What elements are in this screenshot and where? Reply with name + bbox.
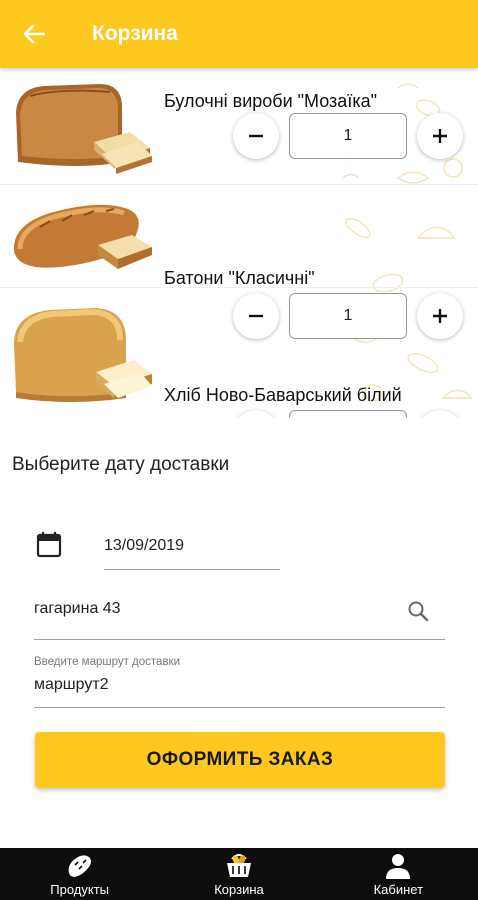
calendar-button[interactable]	[36, 530, 62, 563]
cart-list: Булочні вироби "Мозаїка" 1 Батони "Класи…	[0, 68, 478, 418]
bottom-navigation: Продукты Корзина Кабинет	[0, 848, 478, 900]
product-image-mosaic-buns	[16, 84, 152, 174]
basket-icon	[226, 854, 251, 877]
plus-icon	[433, 129, 447, 143]
place-order-button[interactable]: ОФОРМИТЬ ЗАКАЗ	[35, 732, 445, 788]
delivery-date-value: 13/09/2019	[104, 537, 185, 554]
nav-item-account[interactable]: Кабинет	[319, 848, 478, 900]
cart-item: Хліб Ново-Баварський білий 1	[0, 288, 478, 418]
bread-icon	[68, 855, 91, 877]
route-field-label: Введите маршрут доставки	[34, 656, 181, 668]
nav-label: Корзина	[214, 882, 264, 897]
decrease-quantity-button[interactable]	[233, 410, 279, 418]
product-image-classic-loaf	[13, 204, 152, 269]
app-bar: Корзина	[0, 0, 478, 68]
back-button[interactable]	[16, 16, 52, 52]
arrow-back-icon	[23, 24, 45, 44]
route-value: маршрут2	[34, 676, 109, 693]
cart-item: Батони "Класичні" 1	[0, 185, 478, 339]
product-image-bavarian-bread	[14, 308, 152, 402]
delivery-date-field[interactable]: 13/09/2019	[104, 530, 280, 570]
person-icon	[386, 854, 411, 879]
quantity-field[interactable]: 1	[289, 113, 407, 159]
page-title: Корзина	[92, 22, 178, 45]
increase-quantity-button[interactable]	[417, 410, 463, 418]
product-name: Батони "Класичні"	[164, 268, 315, 288]
nav-item-cart[interactable]: Корзина	[159, 848, 318, 900]
minus-icon	[249, 134, 263, 138]
increase-quantity-button[interactable]	[417, 113, 463, 159]
product-name: Хліб Ново-Баварський білий	[164, 385, 402, 405]
calendar-icon	[36, 532, 62, 558]
nav-item-products[interactable]: Продукты	[0, 848, 159, 900]
quantity-field[interactable]: 1	[289, 410, 407, 418]
address-field[interactable]: гагарина 43	[34, 590, 445, 640]
search-icon[interactable]	[407, 600, 429, 622]
delivery-date-heading: Выберите дату доставки	[12, 454, 230, 475]
address-value: гагарина 43	[34, 600, 121, 617]
nav-label: Кабинет	[373, 882, 424, 897]
cart-item: Булочні вироби "Мозаїка" 1	[0, 68, 478, 185]
product-name: Булочні вироби "Мозаїка"	[164, 91, 377, 111]
decrease-quantity-button[interactable]	[233, 113, 279, 159]
nav-label: Продукты	[50, 882, 110, 897]
route-field[interactable]: Введите маршрут доставки маршрут2	[34, 652, 445, 708]
